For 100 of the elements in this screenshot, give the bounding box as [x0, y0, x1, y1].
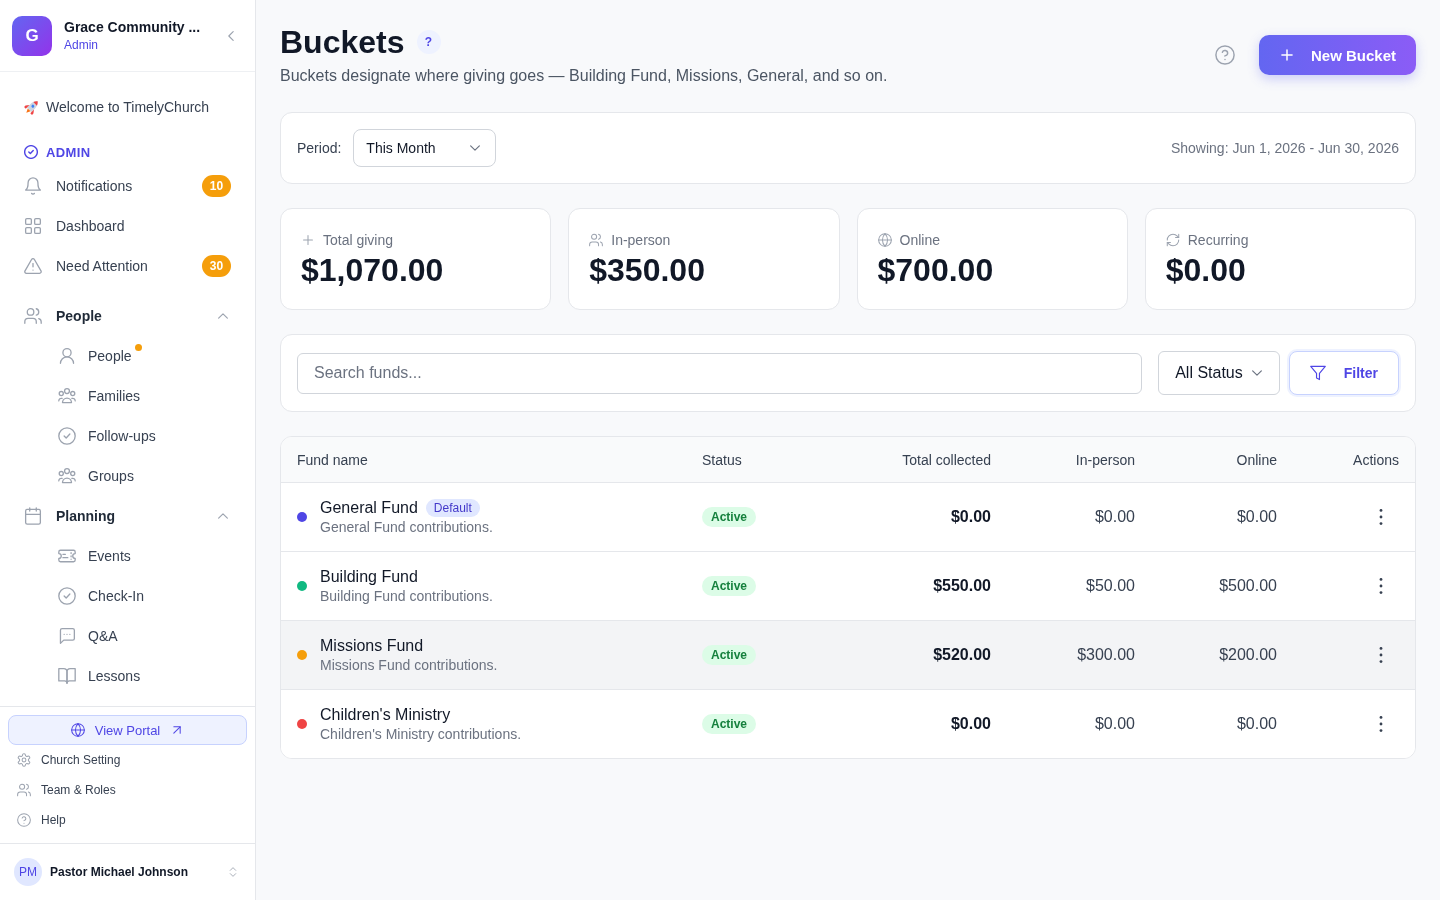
stat-value: $350.00	[589, 251, 706, 289]
users-icon	[24, 307, 42, 325]
period-label: Period:	[297, 140, 342, 156]
filter-button[interactable]: Filter	[1288, 351, 1399, 395]
column-header: Status	[702, 451, 743, 468]
count-badge: 30	[202, 255, 231, 277]
table-cell: $200.00	[1219, 646, 1277, 664]
status-badge: Active	[702, 507, 757, 527]
user-name: Pastor Michael Johnson	[50, 865, 189, 879]
actions-button[interactable]	[1379, 647, 1383, 663]
table-cell: $0.00	[1236, 508, 1277, 526]
ticket-icon	[58, 547, 76, 565]
help-button[interactable]: ?	[416, 30, 441, 54]
table-cell: $0.00	[1094, 508, 1135, 526]
fund-description: General Fund contributions.	[320, 519, 493, 535]
users-icon	[17, 783, 31, 797]
search-field[interactable]: Search funds...	[297, 352, 1143, 394]
actions-button[interactable]	[1379, 578, 1383, 594]
table-cell: $0.00	[950, 508, 991, 526]
nav-item[interactable]: Groups	[12, 456, 243, 496]
status-badge: Active	[702, 714, 757, 734]
nav-item[interactable]: Dashboard	[12, 206, 243, 246]
filter-icon	[1309, 365, 1326, 381]
refresh-icon	[1165, 233, 1180, 247]
fund-description: Building Fund contributions.	[320, 588, 493, 604]
nav-item[interactable]: Need Attention 30	[12, 246, 243, 286]
stat-value: $700.00	[877, 251, 995, 289]
calendar-icon	[24, 507, 42, 525]
page-subtitle: Buckets designate where giving goes — Building Fund, Missions, General, and so on.	[280, 66, 888, 86]
nav-item[interactable]: Follow-ups	[12, 416, 243, 456]
nav-item[interactable]: Events	[12, 536, 243, 576]
nav-item[interactable]: Notifications 10	[12, 166, 243, 206]
globe-icon	[877, 233, 892, 247]
page-title: Buckets	[280, 23, 405, 62]
table-cell: $0.00	[950, 715, 991, 733]
user-avatar: PM	[14, 858, 42, 886]
count-badge: 10	[202, 175, 231, 197]
user-icon	[58, 347, 76, 365]
footer-link[interactable]: Team & Roles	[8, 775, 247, 805]
column-header: In-person	[1075, 451, 1135, 468]
status-badge: Active	[702, 576, 757, 596]
fund-name: Children's Ministry	[320, 706, 451, 724]
help-icon	[17, 813, 31, 827]
nav-item[interactable]: Q&A	[12, 616, 243, 656]
kebab-icon	[1379, 716, 1383, 732]
nav-group-header[interactable]: Planning	[12, 496, 243, 536]
column-header: Online	[1236, 451, 1277, 468]
chat-icon	[58, 627, 76, 645]
group-icon	[58, 387, 76, 405]
org-name: Grace Community ...	[64, 19, 202, 35]
column-header: Total collected	[902, 451, 991, 468]
fund-description: Missions Fund contributions.	[320, 657, 498, 673]
org-logo: G	[12, 15, 52, 56]
column-header: Fund name	[297, 451, 369, 468]
footer-link[interactable]: Church Setting	[8, 745, 247, 775]
column-header: Actions	[1353, 451, 1399, 468]
stat-label: Online	[899, 231, 940, 250]
nav-item[interactable]: Families	[12, 376, 243, 416]
table-cell: $550.00	[933, 577, 991, 595]
new-bucket-button[interactable]: New Bucket	[1258, 35, 1416, 75]
date-range: Showing: Jun 1, 2026 - Jun 30, 2026	[1170, 140, 1399, 156]
settings-icon	[17, 753, 31, 767]
check-circle-icon	[58, 427, 76, 445]
actions-button[interactable]	[1379, 509, 1383, 525]
table-cell: $0.00	[1094, 715, 1135, 733]
org-role: Admin	[64, 38, 99, 52]
rocket-icon	[24, 99, 40, 115]
welcome-link[interactable]: Welcome to TimelyChurch	[12, 89, 243, 125]
grid-icon	[24, 217, 42, 235]
bell-icon	[24, 177, 42, 195]
kebab-icon	[1379, 509, 1383, 525]
nav-group-header[interactable]: People	[12, 296, 243, 336]
nav-item[interactable]: People	[12, 336, 243, 376]
stat-value: $1,070.00	[301, 251, 445, 289]
table-cell: $300.00	[1077, 646, 1135, 664]
nav-item[interactable]: Check-In	[12, 576, 243, 616]
plus-icon	[301, 233, 315, 247]
table-cell: $50.00	[1086, 577, 1135, 595]
table-cell: $500.00	[1219, 577, 1277, 595]
status-select[interactable]: All Status	[1158, 351, 1280, 395]
default-badge: Default	[425, 499, 480, 517]
fund-description: Children's Ministry contributions.	[320, 726, 522, 742]
view-portal-button[interactable]: View Portal	[8, 715, 247, 745]
table-cell: $520.00	[933, 646, 991, 664]
kebab-icon	[1379, 647, 1383, 663]
section-label: ADMIN	[46, 144, 91, 160]
kebab-icon	[1379, 578, 1383, 594]
users-icon	[589, 233, 604, 247]
globe-icon	[70, 723, 85, 737]
actions-button[interactable]	[1379, 716, 1383, 732]
stat-label: Total giving	[323, 231, 394, 250]
check-circle-icon	[58, 587, 76, 605]
footer-link[interactable]: Help	[8, 805, 247, 835]
period-select[interactable]: This Month	[353, 129, 497, 167]
warning-icon	[24, 257, 42, 275]
fund-name: General Fund	[320, 499, 418, 517]
fund-name: Building Fund	[320, 568, 418, 586]
nav-item[interactable]: Lessons	[12, 656, 243, 696]
plus-icon	[1278, 47, 1295, 63]
fund-name: Missions Fund	[320, 637, 424, 655]
